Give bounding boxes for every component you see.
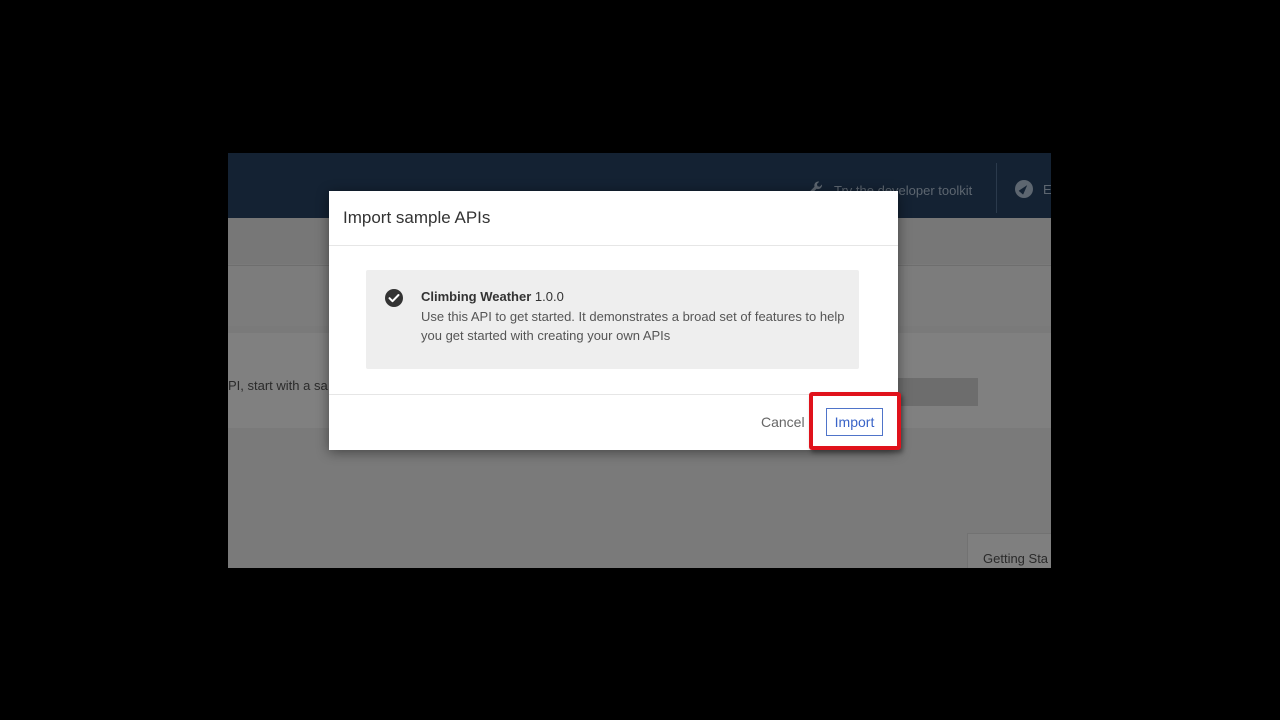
explore-label: E: [1043, 181, 1051, 197]
divider: [329, 394, 898, 395]
sample-api-item-climbing-weather[interactable]: Climbing Weather 1.0.0 Use this API to g…: [366, 270, 859, 369]
background-card-button: [888, 378, 978, 406]
sample-api-title: Climbing Weather 1.0.0: [421, 289, 564, 304]
import-sample-apis-dialog: Import sample APIs Climbing Weather 1.0.…: [329, 191, 898, 450]
background-card-text: PI, start with a sa: [228, 378, 328, 393]
divider: [329, 245, 898, 246]
explore-link[interactable]: E: [1015, 180, 1051, 198]
getting-started-label: Getting Sta: [983, 551, 1049, 566]
dialog-title: Import sample APIs: [343, 208, 491, 227]
import-button[interactable]: Import: [826, 408, 883, 436]
sample-api-description: Use this API to get started. It demonstr…: [421, 309, 845, 343]
compass-icon: [1015, 180, 1033, 198]
check-circle-icon: [385, 289, 403, 307]
cancel-button[interactable]: Cancel: [761, 414, 805, 430]
topbar-divider: [996, 163, 997, 213]
getting-started-tab: Getting Sta: [967, 533, 1051, 568]
sample-api-version: 1.0.0: [534, 289, 564, 304]
sample-api-name: Climbing Weather: [421, 289, 532, 304]
